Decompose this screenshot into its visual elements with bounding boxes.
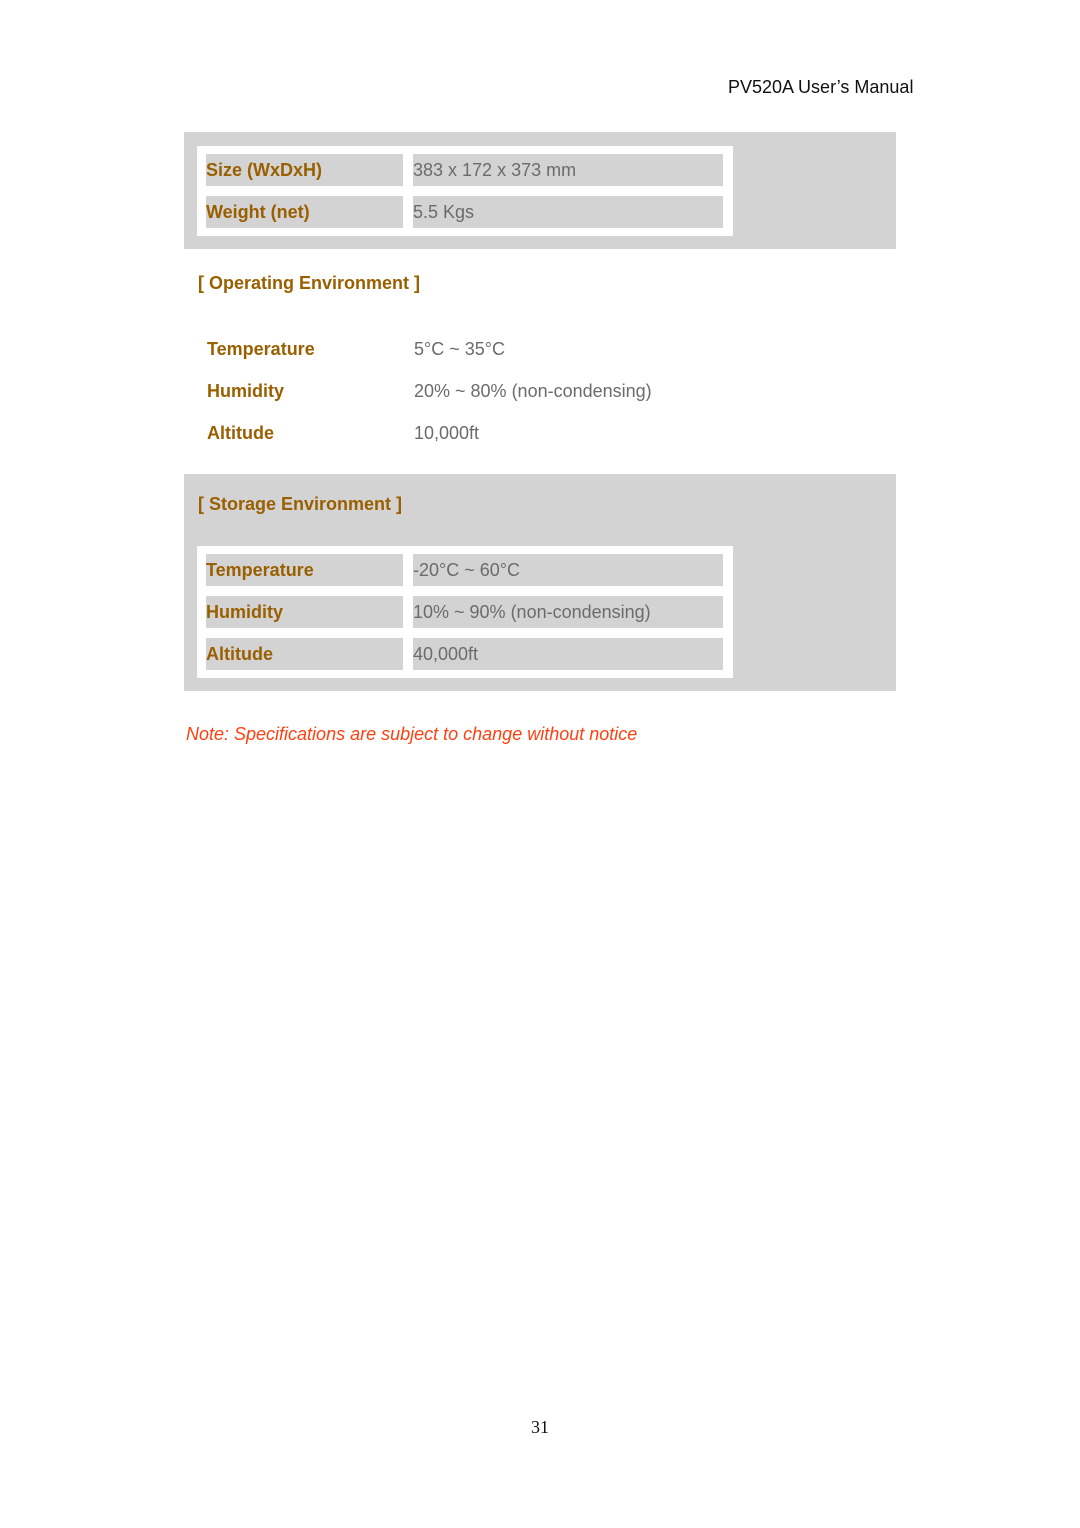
- page-number: 31: [531, 1417, 549, 1437]
- size-label: Size (WxDxH): [206, 154, 403, 186]
- storage-humidity-value: 10% ~ 90% (non-condensing): [413, 596, 723, 628]
- operating-environment-heading: [ Operating Environment ]: [198, 273, 421, 293]
- storage-temperature-value: -20°C ~ 60°C: [413, 554, 723, 586]
- operating-humidity-label: Humidity: [207, 381, 285, 401]
- storage-altitude-label: Altitude: [206, 638, 403, 670]
- storage-humidity-label: Humidity: [206, 596, 403, 628]
- spec-change-note: Note: Specifications are subject to chan…: [186, 724, 638, 744]
- size-value: 383 x 172 x 373 mm: [413, 154, 723, 186]
- weight-value: 5.5 Kgs: [413, 196, 723, 228]
- operating-temperature-label: Temperature: [207, 339, 315, 359]
- storage-altitude-value: 40,000ft: [413, 638, 723, 670]
- operating-temperature-value: 5°C ~ 35°C: [414, 339, 505, 359]
- operating-altitude-value: 10,000ft: [414, 423, 480, 443]
- manual-title: PV520A User’s Manual: [728, 77, 914, 97]
- weight-label: Weight (net): [206, 196, 403, 228]
- operating-humidity-value: 20% ~ 80% (non-condensing): [414, 381, 652, 401]
- operating-altitude-label: Altitude: [207, 423, 274, 443]
- storage-temperature-label: Temperature: [206, 554, 403, 586]
- storage-environment-heading: [ Storage Environment ]: [198, 494, 403, 514]
